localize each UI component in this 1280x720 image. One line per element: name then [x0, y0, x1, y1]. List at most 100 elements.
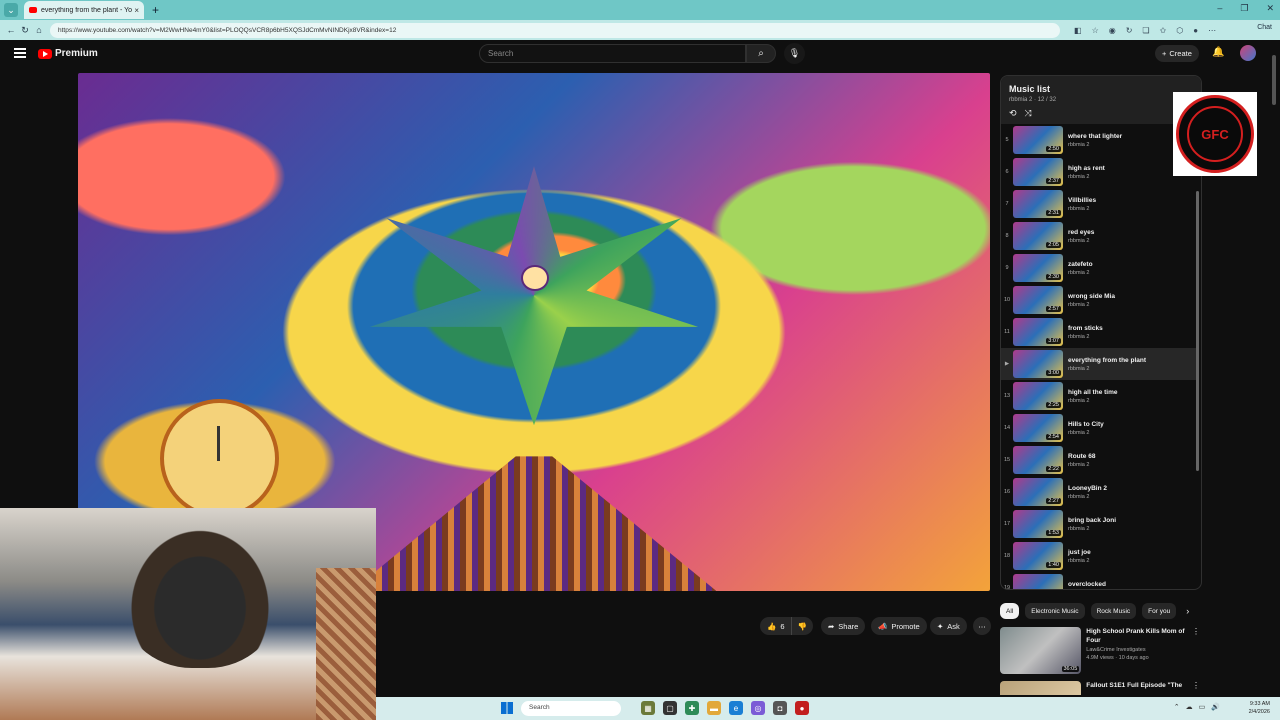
app-icon[interactable]: ◎ — [751, 701, 765, 715]
tab-actions-icon[interactable]: ⌄ — [4, 3, 18, 17]
playlist-item-title[interactable]: Route 68 — [1068, 453, 1095, 460]
account-avatar[interactable] — [1240, 45, 1256, 61]
playlist-item-thumbnail[interactable]: 1:53 — [1013, 510, 1063, 538]
playlist-item[interactable]: 7 2:31 Villbillies rbbmia 2 — [1001, 188, 1199, 220]
playlist-item[interactable]: 13 2:25 high all the time rbbmia 2 — [1001, 380, 1199, 412]
notifications-bell-icon[interactable]: 🔔 — [1212, 47, 1224, 58]
playlist-item-channel[interactable]: rbbmia 2 — [1068, 302, 1115, 308]
playlist-item-channel[interactable]: rbbmia 2 — [1068, 334, 1103, 340]
ask-button[interactable]: ✦ Ask — [930, 617, 967, 635]
recommendation-title[interactable]: Fallout S1E1 Full Episode "The — [1086, 681, 1192, 690]
app-icon[interactable]: ▦ — [641, 701, 655, 715]
copilot-chat-button[interactable]: Chat — [1257, 24, 1272, 31]
playlist-item-thumbnail[interactable]: 3:07 — [1013, 318, 1063, 346]
dislike-button[interactable]: 👎 — [790, 617, 813, 635]
url-field[interactable]: https://www.youtube.com/watch?v=M2WwHNe4… — [50, 22, 1060, 38]
playlist-item[interactable]: 10 2:57 wrong side Mia rbbmia 2 — [1001, 284, 1199, 316]
playlist-title[interactable]: Music list — [1009, 84, 1193, 94]
page-scrollbar[interactable] — [1271, 40, 1277, 695]
recommendation-item[interactable]: Fallout S1E1 Full Episode "The ⋮ — [1000, 681, 1200, 695]
playlist-item-thumbnail[interactable]: 2:50 — [1013, 126, 1063, 154]
playlist-item-title[interactable]: LooneyBin 2 — [1068, 485, 1107, 492]
edge-browser-icon[interactable]: e — [729, 701, 743, 715]
share-button[interactable]: ➦ Share — [821, 617, 866, 635]
new-tab-button[interactable]: + — [152, 3, 159, 17]
menu-icon[interactable] — [14, 48, 26, 58]
playlist-item-channel[interactable]: rbbmia 2 — [1068, 174, 1105, 180]
extension-icon[interactable]: ◧ — [1074, 26, 1082, 35]
promote-button[interactable]: 📣 Promote — [871, 617, 927, 635]
recommendation-channel[interactable]: Law&Crime Investigates — [1086, 647, 1192, 653]
playlist-item-title[interactable]: bring back Joni — [1068, 517, 1116, 524]
close-window-button[interactable]: ✕ — [1266, 3, 1274, 14]
playlist-item[interactable]: 15 2:22 Route 68 rbbmia 2 — [1001, 444, 1199, 476]
playlist-item[interactable]: 9 2:30 zatefeto rbbmia 2 — [1001, 252, 1199, 284]
playlist-item-channel[interactable]: rbbmia 2 — [1068, 142, 1122, 148]
windows-start-icon[interactable] — [501, 702, 513, 714]
playlist-item[interactable]: 11 3:07 from sticks rbbmia 2 — [1001, 316, 1199, 348]
playlist-item-thumbnail[interactable]: 2:57 — [1013, 286, 1063, 314]
search-input[interactable]: Search — [479, 44, 746, 63]
maximize-button[interactable]: ❐ — [1240, 3, 1248, 14]
profile-icon[interactable]: ● — [1193, 26, 1198, 35]
file-explorer-icon[interactable]: ▬ — [707, 701, 721, 715]
playlist-item[interactable]: 18 1:40 just joe rbbmia 2 — [1001, 540, 1199, 572]
clock[interactable]: 9:33 AM 2/4/2026 — [1249, 700, 1270, 716]
playlist-item-thumbnail[interactable]: 2:31 — [1013, 190, 1063, 218]
recommendation-thumbnail[interactable] — [1000, 681, 1082, 695]
playlist-item-channel[interactable]: rbbmia 2 — [1068, 526, 1116, 532]
playlist-item-title[interactable]: high as rent — [1068, 165, 1105, 172]
home-icon[interactable]: ⌂ — [32, 25, 46, 35]
youtube-logo[interactable]: Premium — [38, 48, 98, 59]
network-icon[interactable]: ▭ — [1199, 703, 1206, 711]
chevron-up-icon[interactable]: ⌃ — [1174, 703, 1180, 711]
chip-for-you[interactable]: For you — [1142, 603, 1177, 619]
chip-all[interactable]: All — [1000, 603, 1020, 619]
playlist-item[interactable]: 16 2:27 LooneyBin 2 rbbmia 2 — [1001, 476, 1199, 508]
playlist-item-title[interactable]: just joe — [1068, 549, 1091, 556]
chip-electronic-music[interactable]: Electronic Music — [1025, 603, 1085, 619]
playlist-item-thumbnail[interactable]: 3:00 — [1013, 350, 1063, 378]
playlist-item[interactable]: 5 2:50 where that lighter rbbmia 2 — [1001, 124, 1199, 156]
playlist-item-channel[interactable]: rbbmia 2 — [1068, 558, 1091, 564]
loop-icon[interactable]: ⟲ — [1009, 108, 1017, 119]
playlist-item-title[interactable]: overclocked — [1068, 581, 1106, 588]
playlist-item-thumbnail[interactable]: 3:22 — [1013, 574, 1063, 589]
playlist-item-channel[interactable]: rbbmia 2 — [1068, 270, 1093, 276]
back-icon[interactable]: ← — [4, 25, 18, 35]
tab-close-icon[interactable]: × — [134, 6, 139, 15]
playlist-item[interactable]: 17 1:53 bring back Joni rbbmia 2 — [1001, 508, 1199, 540]
more-actions-button[interactable]: ⋯ — [973, 617, 991, 635]
recommendation-item[interactable]: 36:05 High School Prank Kills Mom of Fou… — [1000, 627, 1200, 674]
onedrive-icon[interactable]: ☁ — [1186, 703, 1193, 711]
playlist-item-title[interactable]: wrong side Mia — [1068, 293, 1115, 300]
playlist-item-thumbnail[interactable]: 2:05 — [1013, 222, 1063, 250]
camera-icon[interactable]: ◘ — [773, 701, 787, 715]
playlist-item-channel[interactable]: rbbmia 2 — [1068, 462, 1095, 468]
volume-icon[interactable]: 🔊 — [1211, 703, 1220, 711]
chevron-right-icon[interactable]: › — [1186, 606, 1189, 616]
playlist-item-channel[interactable]: rbbmia 2 — [1068, 494, 1107, 500]
playlist-scrollbar[interactable] — [1196, 191, 1199, 471]
playlist-item-title[interactable]: red eyes — [1068, 229, 1094, 236]
playlist-item[interactable]: 8 2:05 red eyes rbbmia 2 — [1001, 220, 1199, 252]
playlist-item-thumbnail[interactable]: 2:25 — [1013, 382, 1063, 410]
playlist-item-thumbnail[interactable]: 2:27 — [1013, 478, 1063, 506]
playlist-item-channel[interactable]: rbbmia 2 — [1068, 398, 1117, 404]
playlist-item-title[interactable]: Hills to City — [1068, 421, 1104, 428]
recommendation-title[interactable]: High School Prank Kills Mom of Four — [1086, 627, 1192, 645]
more-dots-icon[interactable]: ⋮ — [1192, 627, 1200, 674]
refresh-extension-icon[interactable]: ↻ — [1126, 26, 1133, 35]
taskbar-search-input[interactable]: Search — [521, 701, 621, 716]
voice-search-button[interactable]: 🎙 — [784, 43, 805, 64]
playlist-item-channel[interactable]: rbbmia 2 — [1068, 206, 1096, 212]
favorite-icon[interactable]: ☆ — [1092, 26, 1099, 35]
playlist-item-title[interactable]: zatefeto — [1068, 261, 1093, 268]
app-icon[interactable]: ● — [795, 701, 809, 715]
menu-dots-icon[interactable]: ⋯ — [1208, 26, 1216, 35]
playlist-item-title[interactable]: everything from the plant — [1068, 357, 1146, 364]
scrollbar-thumb[interactable] — [1272, 55, 1276, 105]
recommendation-thumbnail[interactable]: 36:05 — [1000, 627, 1082, 674]
playlist-item-thumbnail[interactable]: 2:54 — [1013, 414, 1063, 442]
like-button[interactable]: 👍 6 — [760, 617, 791, 635]
